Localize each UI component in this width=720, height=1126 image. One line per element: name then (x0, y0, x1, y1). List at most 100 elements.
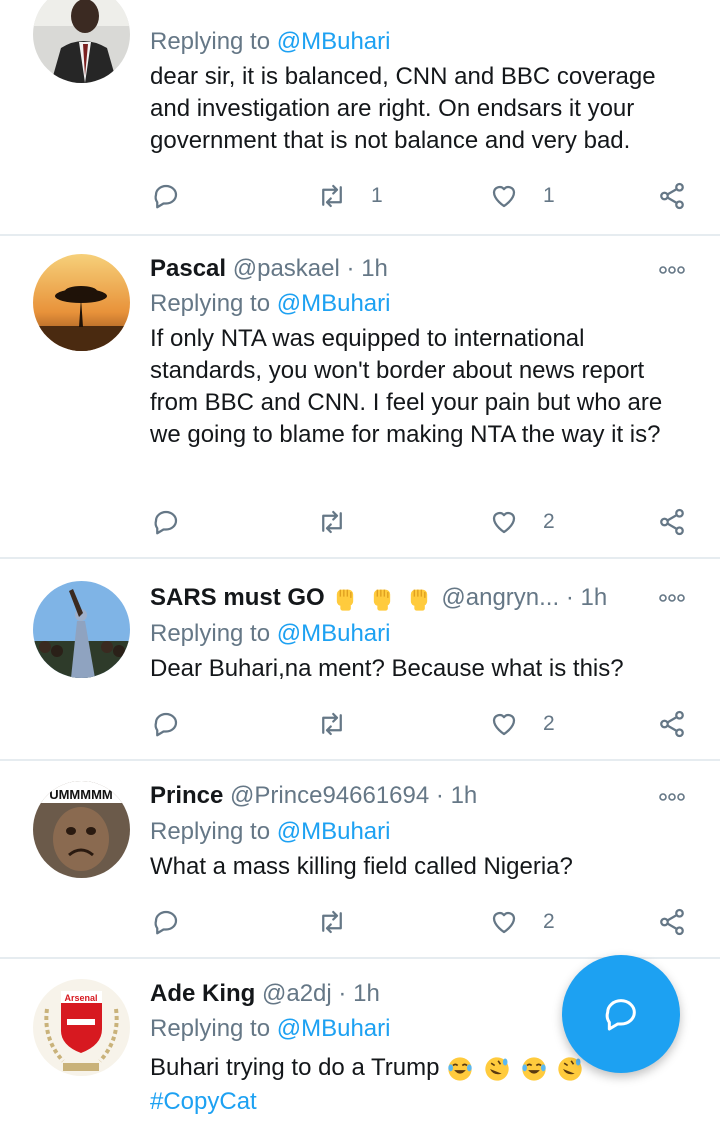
tweet-header: Pascal @paskael · 1h (150, 252, 388, 286)
hashtag-link[interactable]: #CopyCat (150, 1088, 257, 1115)
display-name[interactable]: SARS must GO (150, 584, 325, 611)
timestamp[interactable]: 1h (451, 782, 478, 809)
compose-reply-icon (605, 999, 636, 1031)
retweet-icon (322, 510, 342, 534)
rofl-emoji-icon (485, 1057, 509, 1081)
mention-link[interactable]: @MBuhari (277, 620, 391, 647)
replying-to-label: Replying to (150, 818, 271, 845)
retweet-button[interactable] (317, 704, 347, 744)
timestamp[interactable]: 1h (361, 255, 388, 282)
like-button[interactable]: 2 (489, 502, 555, 542)
display-name[interactable]: Prince (150, 782, 223, 809)
user-handle[interactable]: @paskael (233, 255, 340, 282)
reply-button[interactable] (151, 176, 181, 216)
mention-link[interactable]: @MBuhari (277, 28, 391, 55)
retweet-icon (322, 910, 342, 934)
like-button[interactable]: 1 (489, 176, 555, 216)
tweet-actions: 2 (0, 502, 720, 542)
like-count: 2 (543, 910, 555, 933)
reply-button[interactable] (151, 704, 181, 744)
replying-to: Replying to @MBuhari (150, 617, 390, 651)
tweet-text-main: Buhari trying to do a Trump (150, 1054, 440, 1081)
raised-fist-icon (337, 589, 354, 611)
heart-icon (492, 185, 516, 208)
heart-icon (492, 713, 516, 736)
avatar-image-sunset-tree (33, 254, 130, 351)
hashtag[interactable]: #CopyCat (150, 1086, 690, 1118)
share-button[interactable] (657, 176, 687, 216)
display-name[interactable]: Pascal (150, 255, 226, 282)
replying-to-label: Replying to (150, 1015, 271, 1042)
avatar[interactable] (33, 254, 130, 351)
retweet-button[interactable] (317, 902, 347, 942)
reply-icon (154, 184, 178, 209)
more-button[interactable] (658, 252, 686, 296)
replying-to: Replying to @MBuhari (150, 25, 390, 59)
user-handle[interactable]: @a2dj (262, 980, 332, 1007)
raised-fist-icon (410, 589, 427, 611)
tweet-header: Prince @Prince94661694 · 1h (150, 779, 477, 813)
share-icon (660, 508, 684, 536)
reply-button[interactable] (151, 902, 181, 942)
heart-icon (492, 911, 516, 934)
avatar-caption: UMMMMM (49, 787, 113, 802)
mention-link[interactable]: @MBuhari (277, 290, 391, 317)
separator-dot: · (565, 584, 574, 611)
tweet-text: dear sir, it is balanced, CNN and BBC co… (150, 63, 656, 154)
retweet-button[interactable]: 1 (317, 176, 383, 216)
share-button[interactable] (657, 902, 687, 942)
tweet-header: Ade King @a2dj · 1h (150, 977, 380, 1011)
avatar[interactable] (33, 581, 130, 678)
divider (0, 557, 720, 559)
retweet-button[interactable] (317, 502, 347, 542)
mention-link[interactable]: @MBuhari (277, 818, 391, 845)
compose-reply-button[interactable] (562, 955, 680, 1073)
user-handle[interactable]: @Prince94661694 (230, 782, 429, 809)
separator-dot: · (338, 980, 347, 1007)
tweet-actions: 2 (0, 704, 720, 744)
like-button[interactable]: 2 (489, 902, 555, 942)
mention-link[interactable]: @MBuhari (277, 1015, 391, 1042)
timestamp[interactable]: 1h (580, 584, 607, 611)
heart-icon (492, 511, 516, 534)
tweet-text: Dear Buhari,na ment? Because what is thi… (150, 655, 624, 682)
replying-to-label: Replying to (150, 290, 271, 317)
replying-to-label: Replying to (150, 28, 271, 55)
raised-fist-icon (373, 589, 391, 611)
tweet-actions: 2 (0, 902, 720, 942)
divider (0, 234, 720, 236)
avatar-image-man-in-suit (33, 0, 130, 83)
like-button[interactable]: 2 (489, 704, 555, 744)
reply-icon (154, 910, 178, 935)
tweet-header: SARS must GO @angryn... · 1h (150, 581, 607, 615)
tweet-text: If only NTA was equipped to internationa… (150, 325, 663, 448)
share-icon (660, 182, 684, 210)
retweet-icon (322, 712, 342, 736)
like-count: 2 (543, 510, 555, 533)
separator-dot: · (346, 255, 355, 282)
more-icon (659, 266, 685, 274)
share-icon (660, 908, 684, 936)
reply-icon (154, 712, 178, 737)
timestamp[interactable]: 1h (353, 980, 380, 1007)
avatar[interactable] (33, 0, 130, 83)
display-name[interactable]: Ade King (150, 980, 255, 1007)
tweet-actions: 1 1 (0, 176, 720, 216)
more-button[interactable] (658, 581, 686, 625)
avatar[interactable]: UMMMMM (33, 781, 130, 878)
tweet-text: What a mass killing field called Nigeria… (150, 853, 573, 880)
retweet-count: 1 (371, 184, 383, 207)
replying-to-label: Replying to (150, 620, 271, 647)
share-button[interactable] (657, 704, 687, 744)
more-icon (659, 594, 685, 602)
more-button[interactable] (658, 779, 686, 823)
joy-emoji-icon (521, 1057, 546, 1081)
user-handle[interactable]: @angryn... (441, 584, 559, 611)
avatar[interactable]: Arsenal (33, 979, 130, 1076)
like-count: 1 (543, 184, 555, 207)
share-icon (660, 710, 684, 738)
share-button[interactable] (657, 502, 687, 542)
avatar-image-arsenal-crest: Arsenal (33, 979, 130, 1076)
reply-icon (154, 510, 178, 535)
reply-button[interactable] (151, 502, 181, 542)
